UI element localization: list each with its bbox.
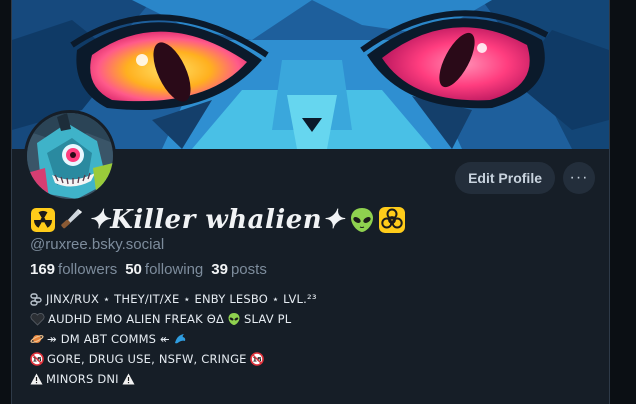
profile-stats: 169 followers 50 following 39 posts <box>30 261 267 278</box>
warning-icon <box>30 373 43 385</box>
radioactive-icon <box>30 207 56 233</box>
dolphin-icon <box>173 332 187 346</box>
no-under-18-icon: 18 <box>30 352 44 366</box>
posts-count: 39 <box>211 261 228 278</box>
avatar-art <box>27 113 113 199</box>
bio-line-4: 18 GORE, DRUG USE, NSFW, CRINGE 18 <box>30 349 317 369</box>
sparkle-left: ✦ <box>88 205 111 235</box>
bio-text-3: ↠ DM ABT COMMS ↞ <box>47 332 170 346</box>
avatar[interactable] <box>24 110 116 202</box>
display-name-text: Killer whalien <box>110 205 323 235</box>
followers-stat[interactable]: 169 followers <box>30 261 117 278</box>
bio-line-5: MINORS DNI <box>30 369 317 389</box>
followers-label: followers <box>58 261 118 278</box>
posts-label: posts <box>230 261 267 278</box>
biohazard-icon <box>378 206 406 234</box>
posts-stat: 39 posts <box>211 261 267 278</box>
following-label: following <box>144 261 204 278</box>
display-name: ✦Killer whalien✦ <box>88 205 344 235</box>
bio-text-2: AUDHD EMO ALIEN FREAK ΘΔ <box>48 312 225 326</box>
bio-line-1: JINX/RUX ⋆ THEY/IT/XE ⋆ ENBY LESBO ⋆ LVL… <box>30 289 317 309</box>
followers-count: 169 <box>30 261 56 278</box>
page: Edit Profile ··· ✦Killer whalien✦ @ruxre… <box>0 0 636 404</box>
bio-line-2: AUDHD EMO ALIEN FREAK ΘΔ SLAV PL <box>30 309 317 329</box>
following-stat[interactable]: 50 following <box>125 261 203 278</box>
profile-column: Edit Profile ··· ✦Killer whalien✦ @ruxre… <box>11 0 610 404</box>
bio-line-3: ↠ DM ABT COMMS ↞ <box>30 329 317 349</box>
chains-icon <box>30 292 43 306</box>
bio-text-5: MINORS DNI <box>46 372 119 386</box>
bio-text-1: JINX/RUX ⋆ THEY/IT/XE ⋆ ENBY LESBO ⋆ LVL… <box>46 292 317 306</box>
edit-profile-button[interactable]: Edit Profile <box>455 162 555 194</box>
ringed-planet-icon <box>30 332 44 346</box>
profile-bio: JINX/RUX ⋆ THEY/IT/XE ⋆ ENBY LESBO ⋆ LVL… <box>30 289 317 389</box>
profile-handle: @ruxree.bsky.social <box>30 236 165 253</box>
following-count: 50 <box>125 261 142 278</box>
bio-text-2-tail: SLAV PL <box>244 312 292 326</box>
knife-icon <box>58 207 84 233</box>
sparkle-right: ✦ <box>322 205 345 235</box>
black-heart-icon <box>30 312 45 326</box>
display-name-row: ✦Killer whalien✦ <box>30 202 406 238</box>
alien-icon <box>227 312 241 326</box>
warning-icon <box>122 373 135 385</box>
no-under-18-icon: 18 <box>249 352 264 366</box>
more-options-button[interactable]: ··· <box>563 162 595 194</box>
alien-icon <box>348 206 376 234</box>
bio-text-4: GORE, DRUG USE, NSFW, CRINGE <box>47 352 247 366</box>
more-dots-icon: ··· <box>569 169 589 186</box>
profile-actions: Edit Profile ··· <box>455 162 595 194</box>
